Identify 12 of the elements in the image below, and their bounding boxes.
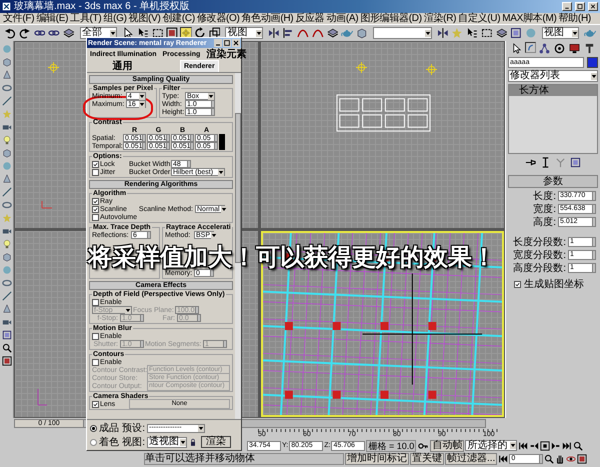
parameter-label: 长度分段数: <box>513 236 566 248</box>
parameter-label: 宽度分段数: <box>513 248 566 262</box>
radio-label: 着色 <box>99 436 119 449</box>
status-prompt: 单击可以选择并移动物体 <box>144 452 344 464</box>
window-title: 玻璃幕墙.max - 3ds max 6 - 单机授权版 <box>14 0 190 12</box>
parameter-label: 高度分段数: <box>513 262 566 274</box>
parameter-label: 高度: <box>533 216 556 228</box>
grid-size-readout: 栅格 = 10.0 <box>366 440 416 452</box>
parameter-label: 长度: <box>533 190 556 202</box>
parameter-label: 宽度: <box>533 202 556 216</box>
field-label: 视图: <box>121 436 145 449</box>
checkbox-label: 生成贴图坐标 <box>524 278 584 291</box>
